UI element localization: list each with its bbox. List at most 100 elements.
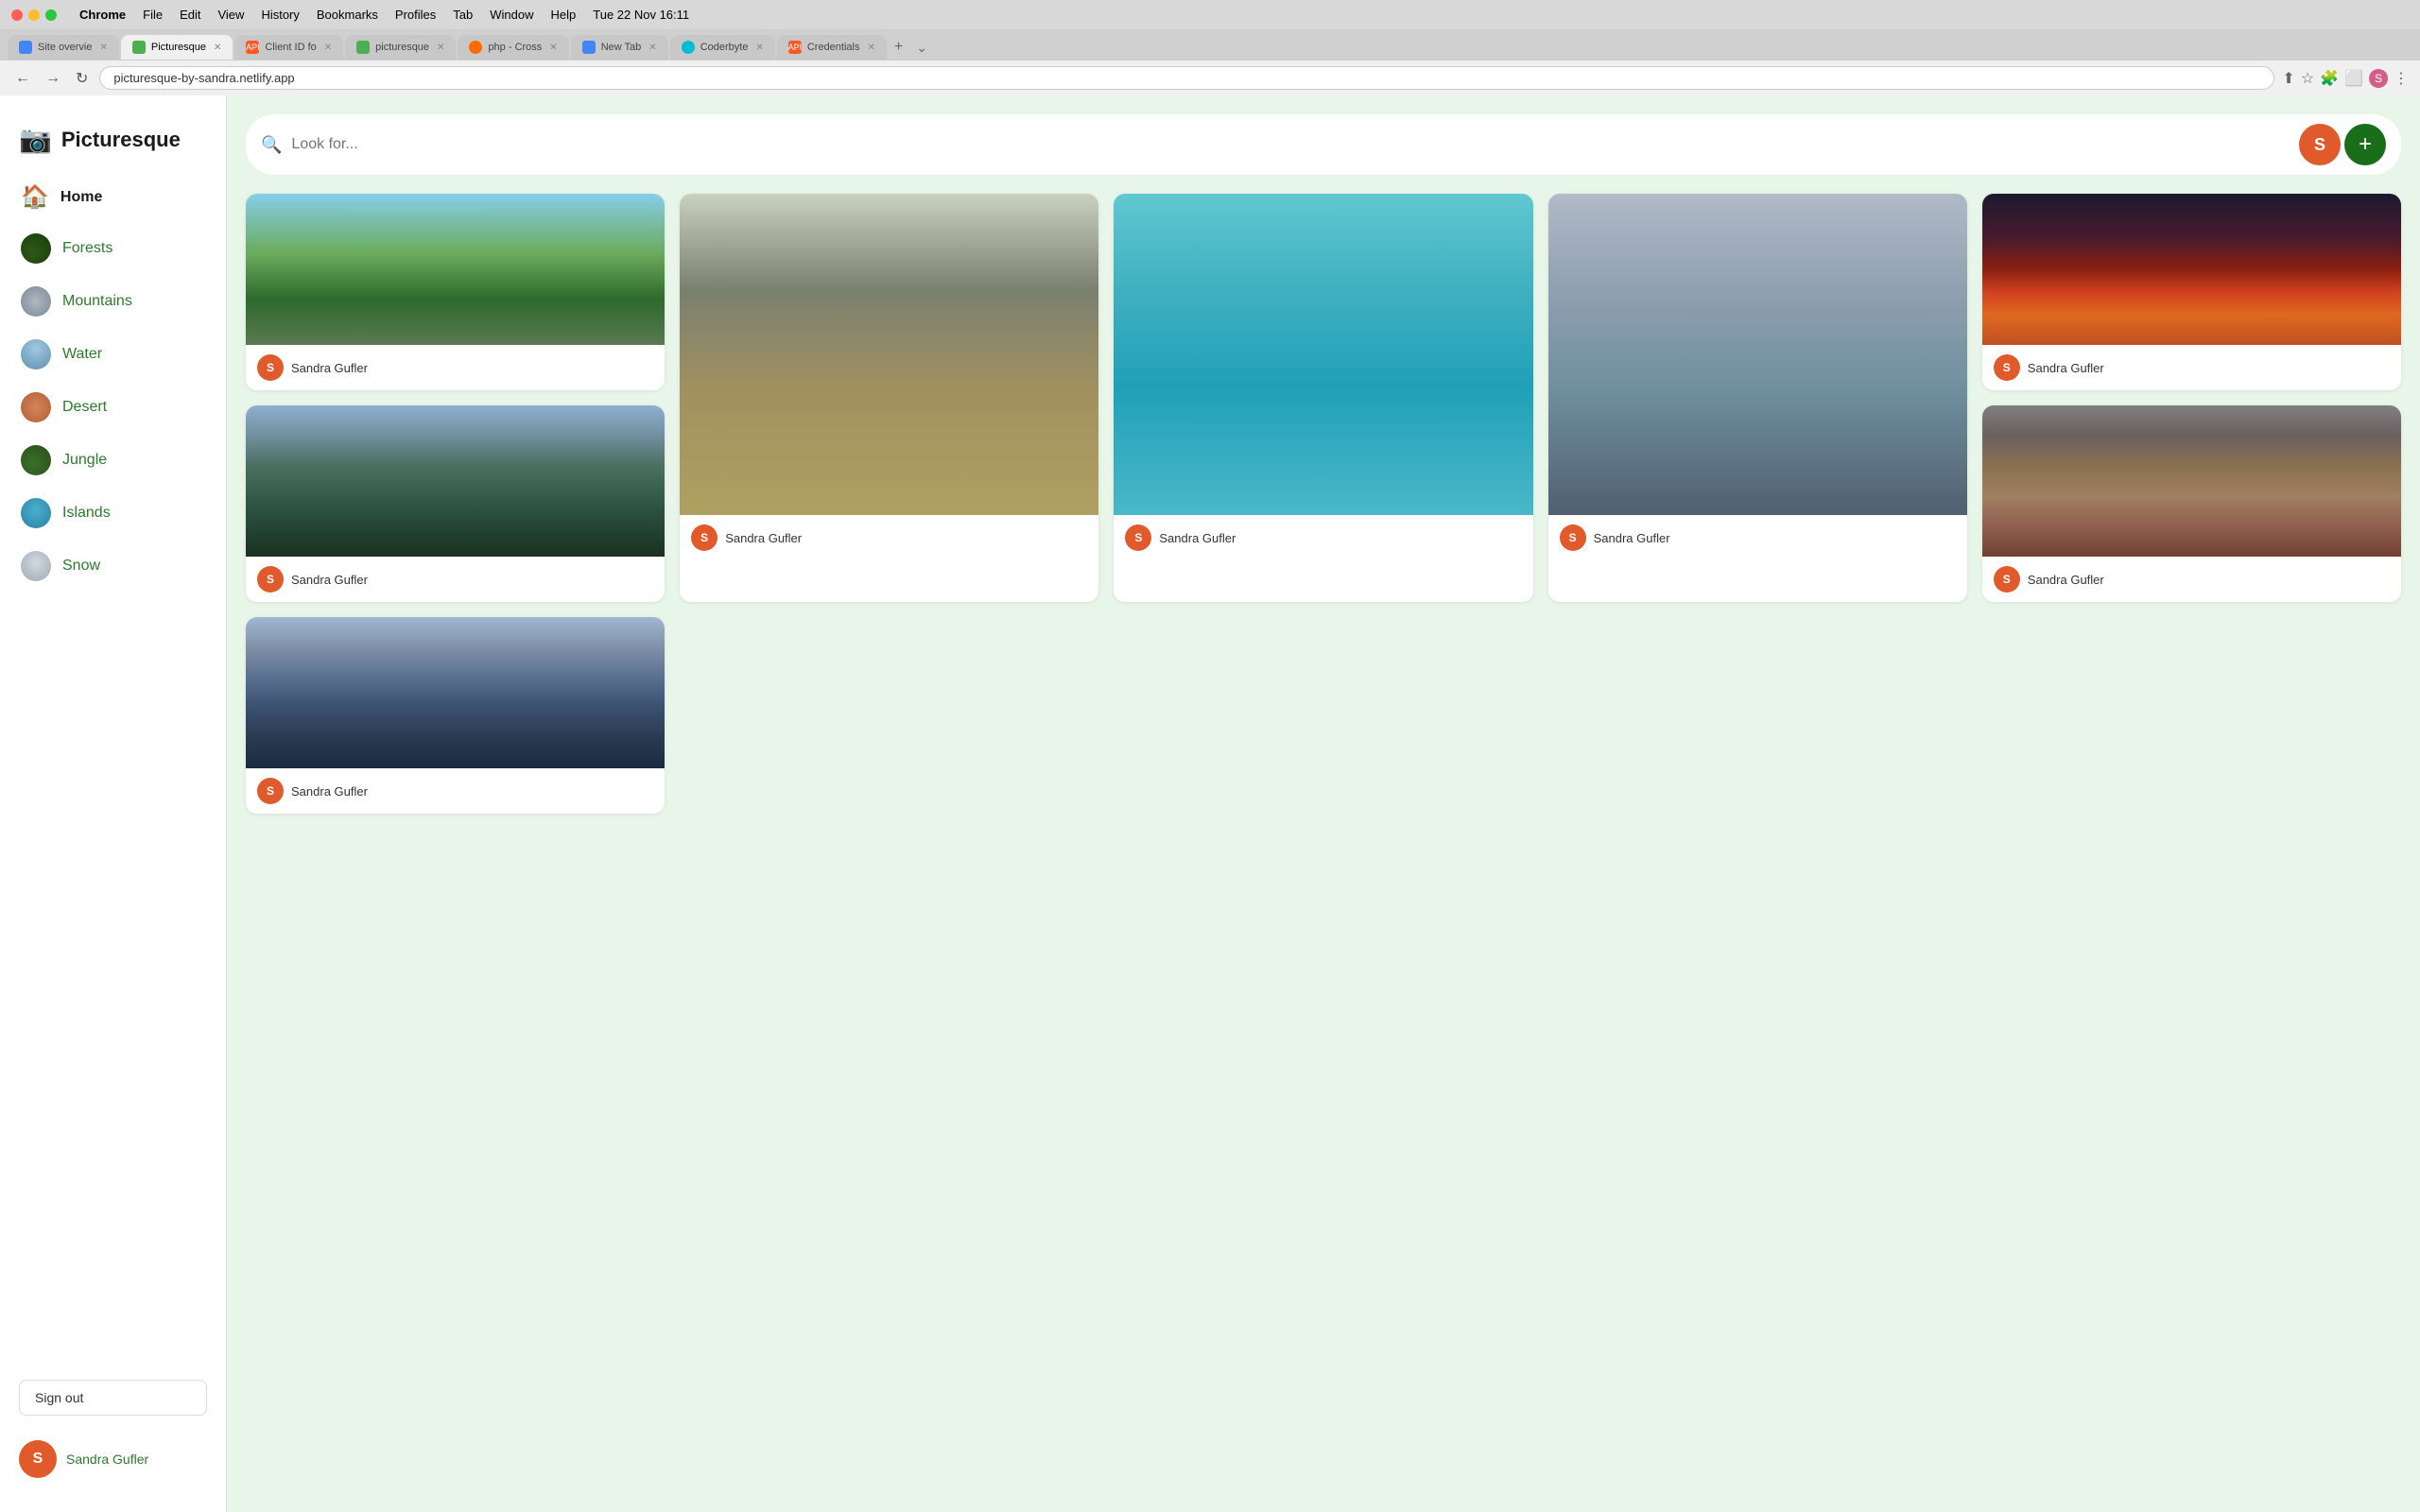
- tab-close-icon[interactable]: ✕: [214, 43, 221, 53]
- sidebar-item-desert[interactable]: Desert: [9, 383, 216, 432]
- search-input[interactable]: [291, 136, 2290, 153]
- app-container: 📷 Picturesque 🏠 Home Forests Mountains: [0, 95, 2420, 1512]
- photo-card-2[interactable]: S Sandra Gufler: [680, 194, 1098, 602]
- app-menu-history[interactable]: History: [261, 8, 299, 22]
- photo-card-8[interactable]: S Sandra Gufler: [246, 617, 665, 814]
- search-icon: 🔍: [261, 135, 282, 155]
- author-name-7: Sandra Gufler: [2028, 573, 2104, 587]
- app-menu-view[interactable]: View: [217, 8, 244, 22]
- sidebar-item-mountains[interactable]: Mountains: [9, 277, 216, 326]
- sidebar-item-forests[interactable]: Forests: [9, 224, 216, 273]
- tab-overflow-button[interactable]: ⌄: [910, 40, 933, 56]
- snow-icon: [21, 551, 51, 581]
- jungle-icon: [21, 445, 51, 475]
- tab-coderbyte[interactable]: Coderbyte ✕: [670, 35, 775, 60]
- tab-close-icon[interactable]: ✕: [755, 43, 763, 53]
- sidebar-item-label-snow: Snow: [62, 558, 100, 575]
- photo-author-6: S Sandra Gufler: [246, 557, 665, 602]
- tab-close-icon[interactable]: ✕: [99, 43, 107, 53]
- tab-label: php - Cross: [488, 42, 542, 53]
- sidebar-item-islands[interactable]: Islands: [9, 489, 216, 538]
- app-menu-file[interactable]: File: [143, 8, 163, 22]
- split-view-icon[interactable]: ⬜: [2344, 69, 2363, 88]
- tab-credentials[interactable]: API Credentials ✕: [777, 35, 887, 60]
- app-menu-edit[interactable]: Edit: [180, 8, 200, 22]
- photo-image-2: [680, 194, 1098, 515]
- new-tab-button[interactable]: +: [889, 39, 908, 56]
- more-options-icon[interactable]: ⋮: [2394, 69, 2409, 88]
- tab-new-tab[interactable]: New Tab ✕: [571, 35, 668, 60]
- app-menu-window[interactable]: Window: [490, 8, 533, 22]
- app-menu-bookmarks[interactable]: Bookmarks: [317, 8, 378, 22]
- add-photo-button[interactable]: +: [2344, 124, 2386, 165]
- tab-picturesque[interactable]: Picturesque ✕: [121, 35, 233, 60]
- photo-card-5[interactable]: S Sandra Gufler: [1982, 194, 2401, 390]
- sidebar-item-jungle[interactable]: Jungle: [9, 436, 216, 485]
- photo-image-7: [1982, 405, 2401, 557]
- logo-text: Picturesque: [61, 128, 181, 152]
- tab-close-icon[interactable]: ✕: [324, 43, 332, 53]
- photo-card-6[interactable]: S Sandra Gufler: [246, 405, 665, 602]
- fullscreen-window-button[interactable]: [45, 9, 57, 21]
- author-avatar-7: S: [1994, 566, 2020, 593]
- user-avatar-button[interactable]: S: [2299, 124, 2341, 165]
- sidebar-item-label-jungle: Jungle: [62, 452, 107, 469]
- tab-label: picturesque: [375, 42, 429, 53]
- tab-php-cross[interactable]: php - Cross ✕: [458, 35, 568, 60]
- user-avatar[interactable]: S: [19, 1440, 57, 1478]
- tab-client-id[interactable]: API Client ID fo ✕: [234, 35, 343, 60]
- tab-close-icon[interactable]: ✕: [867, 43, 874, 53]
- sign-out-button[interactable]: Sign out: [19, 1380, 207, 1416]
- tab-label: Coderbyte: [700, 42, 749, 53]
- author-name-4: Sandra Gufler: [1594, 531, 1670, 545]
- author-avatar-4: S: [1560, 524, 1586, 551]
- tab-label: Client ID fo: [265, 42, 316, 53]
- app-menu-help[interactable]: Help: [551, 8, 577, 22]
- header-actions: S +: [2299, 124, 2386, 165]
- menu-bar: Chrome File Edit View History Bookmarks …: [64, 6, 704, 24]
- tab-close-icon[interactable]: ✕: [437, 43, 444, 53]
- sidebar-item-home[interactable]: 🏠 Home: [9, 174, 216, 220]
- photo-card-4[interactable]: S Sandra Gufler: [1548, 194, 1967, 602]
- reload-button[interactable]: ↻: [72, 67, 92, 90]
- nav-section: 🏠 Home Forests Mountains Water Desert: [0, 174, 226, 1370]
- photo-card-3[interactable]: S Sandra Gufler: [1114, 194, 1532, 602]
- app-menu-tab[interactable]: Tab: [453, 8, 473, 22]
- forward-button[interactable]: →: [42, 68, 64, 89]
- photo-card-7[interactable]: S Sandra Gufler: [1982, 405, 2401, 602]
- author-avatar-8: S: [257, 778, 284, 804]
- address-input[interactable]: [99, 66, 2274, 90]
- author-avatar-5: S: [1994, 354, 2020, 381]
- tab-label: Site overvie: [38, 42, 92, 53]
- sidebar-item-snow[interactable]: Snow: [9, 541, 216, 591]
- close-window-button[interactable]: [11, 9, 23, 21]
- profile-icon[interactable]: S: [2369, 69, 2388, 88]
- sidebar: 📷 Picturesque 🏠 Home Forests Mountains: [0, 95, 227, 1512]
- photo-card-1[interactable]: S Sandra Gufler: [246, 194, 665, 390]
- tab-picturesque2[interactable]: picturesque ✕: [345, 35, 456, 60]
- photo-author-1: S Sandra Gufler: [246, 345, 665, 390]
- tab-site-overview[interactable]: Site overvie ✕: [8, 35, 119, 60]
- bookmark-icon[interactable]: ☆: [2301, 69, 2314, 88]
- photo-image-8: [246, 617, 665, 768]
- mountains-icon: [21, 286, 51, 317]
- back-button[interactable]: ←: [11, 68, 34, 89]
- sidebar-item-label-forests: Forests: [62, 240, 112, 257]
- app-menu-profiles[interactable]: Profiles: [395, 8, 436, 22]
- share-icon[interactable]: ⬆: [2282, 69, 2294, 88]
- tab-label: Credentials: [807, 42, 860, 53]
- sidebar-item-label-mountains: Mountains: [62, 293, 132, 310]
- title-bar: Chrome File Edit View History Bookmarks …: [0, 0, 2420, 29]
- sidebar-item-water[interactable]: Water: [9, 330, 216, 379]
- tab-close-icon[interactable]: ✕: [549, 43, 557, 53]
- minimize-window-button[interactable]: [28, 9, 40, 21]
- tab-close-icon[interactable]: ✕: [648, 43, 656, 53]
- logo-icon: 📷: [19, 124, 52, 155]
- photo-author-5: S Sandra Gufler: [1982, 345, 2401, 390]
- address-bar: ← → ↻ ⬆ ☆ 🧩 ⬜ S ⋮: [0, 60, 2420, 95]
- photo-image-1: [246, 194, 665, 345]
- extensions-icon[interactable]: 🧩: [2320, 69, 2339, 88]
- app-menu-chrome[interactable]: Chrome: [79, 8, 126, 22]
- author-name-2: Sandra Gufler: [725, 531, 802, 545]
- photo-grid: S Sandra Gufler S Sandra Gufler S Sandra…: [246, 194, 2401, 814]
